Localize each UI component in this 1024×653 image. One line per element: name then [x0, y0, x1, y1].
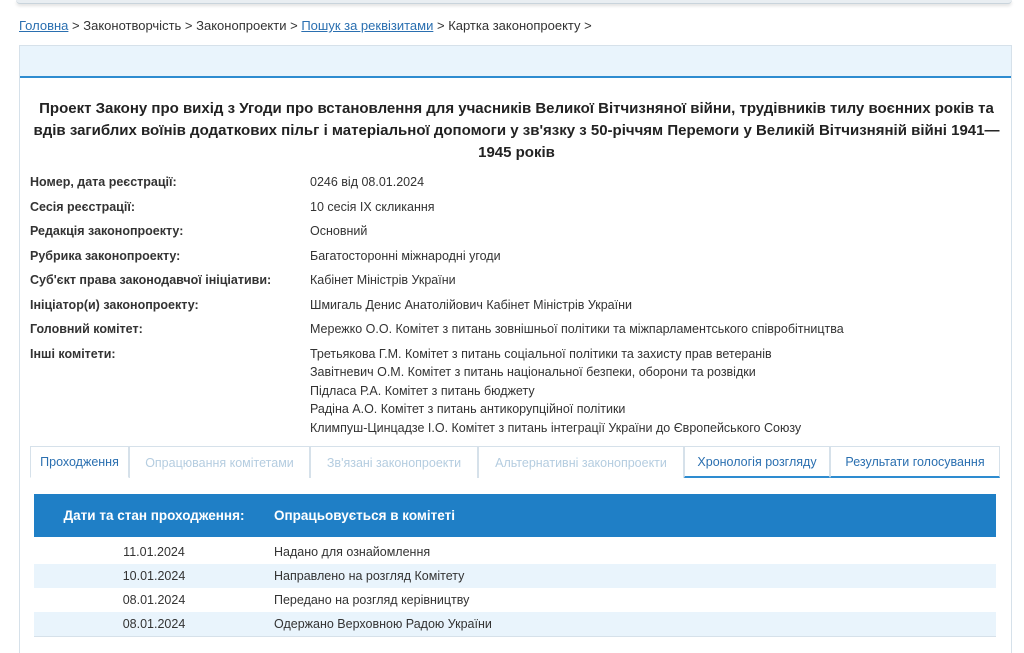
field-label: Рубрика законопроекту:	[30, 248, 181, 263]
panel-header-bar	[20, 46, 1011, 78]
row-event: Надано для ознайомлення	[274, 545, 431, 559]
field-label: Інші комітети:	[30, 346, 116, 361]
breadcrumb-separator: >	[436, 18, 445, 33]
breadcrumb-separator: >	[72, 18, 80, 33]
passage-table: Дати та стан проходження: Опрацьовується…	[34, 494, 996, 642]
info-row-other-committees: Інші комітети: Третьякова Г.М. Комітет з…	[30, 345, 1003, 438]
field-value: Основний	[310, 224, 368, 238]
row-date: 10.01.2024	[122, 569, 186, 583]
field-value: Шмигаль Денис Анатолійович Кабінет Мініс…	[310, 297, 632, 312]
row-date: 08.01.2024	[122, 617, 186, 631]
breadcrumb-search-link[interactable]: Пошук за реквізитами	[301, 18, 433, 33]
breadcrumb-card: Картка законопроекту	[448, 18, 581, 33]
tab-related-bills: Зв'язані законопроекти	[310, 446, 478, 478]
field-value: Кабінет Міністрів України	[310, 273, 456, 287]
breadcrumb-separator: >	[584, 18, 592, 33]
header-dates: Дати та стан проходження:	[63, 508, 245, 523]
field-value: Мережко О.О. Комітет з питань зовнішньої…	[310, 322, 844, 336]
row-date: 08.01.2024	[122, 593, 186, 607]
committee-item: Климпуш-Цинцадзе І.О. Комітет з питань і…	[310, 420, 802, 435]
tab-passage[interactable]: Проходження	[30, 446, 129, 478]
bill-title: Проект Закону про вихід з Угоди про вста…	[33, 100, 1000, 161]
row-event: Одержано Верховною Радою України	[274, 617, 492, 631]
breadcrumb-bills: Законопроекти	[196, 18, 287, 33]
breadcrumb-separator: >	[184, 18, 193, 33]
committee-item: Третьякова Г.М. Комітет з питань соціаль…	[310, 346, 772, 361]
table-footer-line	[34, 636, 996, 642]
header-status: Опрацьовується в комітеті	[274, 508, 455, 523]
committee-item: Підласа Р.А. Комітет з питань бюджету	[310, 383, 535, 398]
bill-info: Номер, дата реєстрації: 0246 від 08.01.2…	[30, 173, 1003, 437]
breadcrumb-home-link[interactable]: Головна	[19, 18, 68, 33]
tab-chronology[interactable]: Хронологія розгляду	[684, 446, 830, 478]
info-row-rubric: Рубрика законопроекту: Багатосторонні мі…	[30, 247, 1003, 266]
field-label: Редакція законопроекту:	[30, 224, 184, 238]
field-label: Номер, дата реєстрації:	[30, 175, 177, 189]
row-date: 11.01.2024	[123, 545, 185, 559]
field-label: Ініціатор(и) законопроекту:	[30, 297, 199, 312]
breadcrumb-separator: >	[290, 18, 298, 33]
info-row-registration: Номер, дата реєстрації: 0246 від 08.01.2…	[30, 173, 1003, 192]
row-event: Передано на розгляд керівництву	[274, 593, 470, 607]
committee-item: Завітневич О.М. Комітет з питань націона…	[310, 365, 756, 379]
table-row: 08.01.2024 Передано на розгляд керівницт…	[34, 588, 996, 612]
committee-item: Радіна А.О. Комітет з питань антикорупці…	[310, 402, 626, 416]
info-row-initiator: Ініціатор(и) законопроекту: Шмигаль Дени…	[30, 296, 1003, 315]
table-row: 11.01.2024 Надано для ознайомлення	[34, 540, 996, 564]
info-row-edition: Редакція законопроекту: Основний	[30, 222, 1003, 241]
info-row-subject: Суб'єкт права законодавчої ініціативи: К…	[30, 271, 1003, 290]
row-event: Направлено на розгляд Комітету	[274, 569, 465, 583]
tab-bar: Проходження Опрацювання комітетами Зв'яз…	[30, 446, 1000, 478]
field-value: 10 сесія IX скликання	[310, 199, 435, 214]
tab-voting-results[interactable]: Результати голосування	[830, 446, 1000, 478]
table-row: 08.01.2024 Одержано Верховною Радою Укра…	[34, 612, 996, 636]
field-value: 0246 від 08.01.2024	[310, 175, 425, 189]
other-committees-list: Третьякова Г.М. Комітет з питань соціаль…	[310, 345, 1003, 438]
breadcrumb-lawmaking: Законотворчість	[83, 18, 182, 33]
field-label: Головний комітет:	[30, 322, 143, 336]
field-label: Суб'єкт права законодавчої ініціативи:	[30, 273, 272, 287]
breadcrumb: Головна > Законотворчість > Законопроект…	[19, 18, 592, 33]
info-row-main-committee: Головний комітет: Мережко О.О. Комітет з…	[30, 320, 1003, 339]
info-row-session: Сесія реєстрації: 10 сесія IX скликання	[30, 198, 1003, 217]
table-row: 10.01.2024 Направлено на розгляд Комітет…	[34, 564, 996, 588]
top-bar-edge	[16, 0, 1012, 4]
tab-alternative-bills: Альтернативні законопроекти	[478, 446, 684, 478]
bill-card-panel: Проект Закону про вихід з Угоди про вста…	[19, 45, 1012, 653]
tab-committee-processing: Опрацювання комітетами	[129, 446, 310, 478]
field-value: Багатосторонні міжнародні угоди	[310, 248, 501, 263]
passage-table-header: Дати та стан проходження: Опрацьовується…	[34, 494, 996, 537]
field-label: Сесія реєстрації:	[30, 199, 135, 214]
